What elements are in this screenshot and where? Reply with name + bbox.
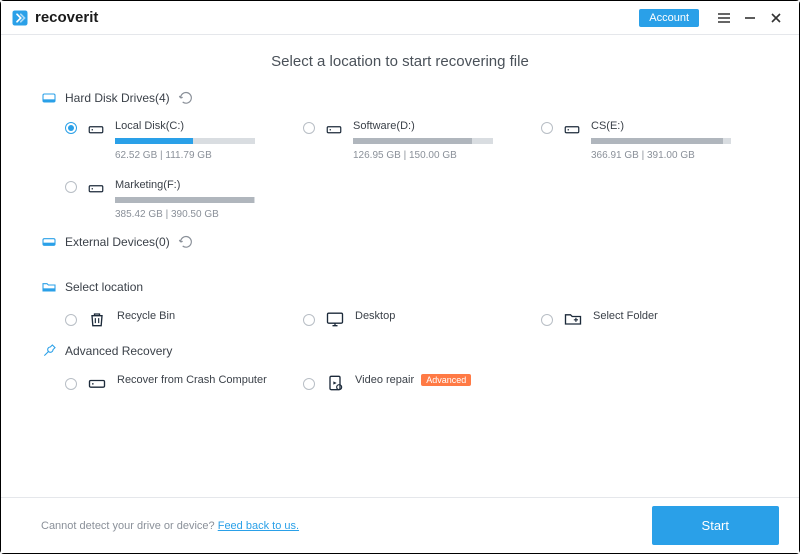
- section-ext-label: External Devices(0): [65, 235, 170, 249]
- refresh-icon[interactable]: [178, 90, 194, 106]
- location-recycle-bin[interactable]: Recycle Bin: [65, 309, 283, 329]
- feedback-link[interactable]: Feed back to us.: [218, 520, 299, 532]
- refresh-icon[interactable]: [178, 234, 194, 250]
- menu-icon[interactable]: [711, 5, 737, 31]
- usage-bar: [591, 138, 731, 144]
- location-label: Desktop: [355, 310, 395, 322]
- drive-item-f[interactable]: Marketing(F:) 385.42 GB | 390.50 GB: [65, 179, 283, 220]
- advanced-grid: Recover from Crash Computer Video repair…: [41, 373, 759, 393]
- section-hdd-header: Hard Disk Drives(4): [41, 90, 759, 106]
- drive-size: 366.91 GB | 391.00 GB: [591, 150, 759, 161]
- location-select-folder[interactable]: Select Folder: [541, 309, 759, 329]
- radio-desktop[interactable]: [303, 314, 315, 326]
- advanced-badge: Advanced: [421, 374, 471, 386]
- brand-logo: recoverit: [11, 9, 98, 27]
- drive-name: Marketing(F:): [115, 179, 283, 191]
- hdd-icon: [325, 120, 343, 138]
- section-select-location-header: Select location: [41, 279, 759, 295]
- title-bar: recoverit Account: [1, 1, 799, 35]
- drive-name: CS(E:): [591, 120, 759, 132]
- drive-size: 62.52 GB | 111.79 GB: [115, 150, 283, 161]
- brand-name: recoverit: [35, 9, 98, 26]
- radio-crash-recovery[interactable]: [65, 378, 77, 390]
- radio-drive-f[interactable]: [65, 181, 77, 193]
- main-content: Select a location to start recovering fi…: [1, 35, 799, 497]
- radio-video-repair[interactable]: [303, 378, 315, 390]
- minimize-icon[interactable]: [737, 5, 763, 31]
- footer-bar: Cannot detect your drive or device? Feed…: [1, 497, 799, 553]
- hdd-icon: [563, 120, 581, 138]
- recycle-bin-icon: [87, 309, 107, 329]
- advanced-video-repair[interactable]: Video repair Advanced: [303, 373, 521, 393]
- hdd-icon: [87, 179, 105, 197]
- location-desktop[interactable]: Desktop: [303, 309, 521, 329]
- locations-grid: Recycle Bin Desktop Select Folder: [41, 309, 759, 329]
- drive-item-c[interactable]: Local Disk(C:) 62.52 GB | 111.79 GB: [65, 120, 283, 161]
- close-icon[interactable]: [763, 5, 789, 31]
- advanced-crash-recovery[interactable]: Recover from Crash Computer: [65, 373, 283, 393]
- section-ext-header: External Devices(0): [41, 234, 759, 250]
- drive-size: 126.95 GB | 150.00 GB: [353, 150, 521, 161]
- drive-size: 385.42 GB | 390.50 GB: [115, 209, 283, 220]
- drives-grid: Local Disk(C:) 62.52 GB | 111.79 GB Soft…: [41, 120, 759, 220]
- hdd-section-icon: [41, 90, 57, 106]
- folder-open-icon: [563, 309, 583, 329]
- location-label: Recycle Bin: [117, 310, 175, 322]
- section-advanced-label: Advanced Recovery: [65, 344, 172, 358]
- section-advanced-header: Advanced Recovery: [41, 343, 759, 359]
- usage-bar: [115, 197, 255, 203]
- usage-bar: [353, 138, 493, 144]
- radio-recycle-bin[interactable]: [65, 314, 77, 326]
- radio-drive-d[interactable]: [303, 122, 315, 134]
- folder-section-icon: [41, 279, 57, 295]
- usage-bar: [115, 138, 255, 144]
- desktop-icon: [325, 309, 345, 329]
- footer-help-text: Cannot detect your drive or device? Feed…: [41, 520, 299, 532]
- hdd-icon: [87, 373, 107, 393]
- section-hdd-label: Hard Disk Drives(4): [65, 91, 170, 105]
- external-device-icon: [41, 234, 57, 250]
- video-repair-icon: [325, 373, 345, 393]
- drive-name: Local Disk(C:): [115, 120, 283, 132]
- start-button[interactable]: Start: [652, 506, 779, 545]
- drive-name: Software(D:): [353, 120, 521, 132]
- wrench-icon: [41, 343, 57, 359]
- page-title: Select a location to start recovering fi…: [41, 53, 759, 70]
- radio-select-folder[interactable]: [541, 314, 553, 326]
- hdd-icon: [87, 120, 105, 138]
- radio-drive-c[interactable]: [65, 122, 77, 134]
- radio-drive-e[interactable]: [541, 122, 553, 134]
- brand-icon: [11, 9, 29, 27]
- advanced-item-label: Video repair Advanced: [355, 374, 471, 386]
- location-label: Select Folder: [593, 310, 658, 322]
- advanced-item-label: Recover from Crash Computer: [117, 374, 267, 386]
- account-button[interactable]: Account: [639, 9, 699, 27]
- drive-item-e[interactable]: CS(E:) 366.91 GB | 391.00 GB: [541, 120, 759, 161]
- drive-item-d[interactable]: Software(D:) 126.95 GB | 150.00 GB: [303, 120, 521, 161]
- section-select-location-label: Select location: [65, 280, 143, 294]
